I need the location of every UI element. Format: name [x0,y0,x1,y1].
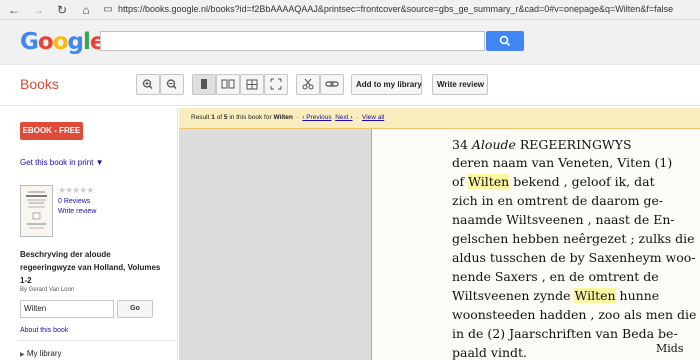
result-query: Wilten [273,114,293,121]
logo-letter: G [20,29,39,55]
go-button[interactable]: Go [117,300,153,318]
page-catchword: Mids [656,342,684,355]
page-line: nende Saxers , en de omtrent de [452,269,659,284]
search-in-book-input[interactable]: Wilten [20,300,114,318]
book-title: Beschryving der aloude regeeringwyze van… [20,250,161,285]
previous-result-link[interactable]: ‹ Previous [302,114,331,121]
my-library-label: My library [26,349,62,358]
two-page-icon [221,79,235,89]
link-icon [325,81,339,87]
thumbnail-view-button[interactable] [240,74,264,95]
zoom-out-icon [166,79,177,90]
search-highlight: Wilten [468,174,510,189]
page-line: zich in en omtrent de daarom ge- [452,193,664,208]
rating-stars: ★★★★★ [58,185,94,195]
add-to-library-button[interactable]: Add to my library [351,74,422,95]
page-icon: ▭ [103,4,113,15]
page-line: aldus tusschen de by Saxenheym woo- [452,250,696,265]
google-logo[interactable]: Google [20,29,105,55]
reviews-link[interactable]: 0 Reviews [58,198,90,205]
my-library-item[interactable]: ▶ My library [20,349,62,358]
zoom-in-icon [142,79,153,90]
result-text: in this book for [229,114,272,121]
search-icon [499,35,511,47]
expand-arrow-icon: ▶ [20,352,25,358]
browser-toolbar: ← → ↻ ⌂ ▭ https://books.google.nl/books?… [0,0,700,20]
page-line: naamde Wiltsveenen , naast de En- [452,212,675,227]
result-of: of [216,114,223,121]
home-icon[interactable]: ⌂ [78,2,94,18]
google-header: Google [0,20,700,65]
sidebar: EBOOK - FREE Get this book in print ▼ ★★… [0,107,178,360]
page-line: 34 Aloude REGEERINGWYS [452,137,632,152]
divider [18,340,178,341]
search-highlight: Wilten [574,288,616,303]
page-line: in de (2) Jaarschriften van Beda be- [452,326,678,341]
scissors-icon [302,78,314,90]
reload-icon[interactable]: ↻ [54,2,70,18]
book-author: By Gerard Van Loon [20,287,75,293]
book-cover-thumbnail[interactable] [20,185,53,237]
separator: - [296,114,299,121]
address-bar[interactable]: https://books.google.nl/books?id=f2BbAAA… [118,4,673,14]
result-index: 1 [211,114,215,121]
logo-letter: g [67,29,85,55]
back-icon[interactable]: ← [6,2,22,18]
ebook-free-button[interactable]: EBOOK - FREE [20,122,83,140]
logo-letter: o [52,29,69,55]
next-result-link[interactable]: Next › [335,114,352,121]
get-in-print-link[interactable]: Get this book in print ▼ [20,158,104,167]
books-title[interactable]: Books [20,76,59,92]
zoom-in-button[interactable] [136,74,160,95]
single-page-icon [201,79,207,89]
write-review-button[interactable]: Write review [432,74,488,95]
books-toolbar: Books Add to my library Write review [0,66,700,106]
page-line: Wiltsveenen zynde Wilten hunne [452,288,660,303]
page-line: of Wilten bekend , geloof ik, dat [452,174,655,189]
search-button[interactable] [486,31,524,51]
write-review-link[interactable]: Write review [58,208,96,215]
page-line: woonsteeden hadden , zoo als men die [452,307,697,322]
two-page-view-button[interactable] [216,74,240,95]
about-this-book-link[interactable]: About this book [20,327,68,334]
single-page-view-button[interactable] [192,74,216,95]
fullscreen-button[interactable] [264,74,288,95]
grid-icon [246,79,258,90]
page-line: gelschen hebben neêrgezet ; zulks die [452,231,695,246]
link-button[interactable] [320,74,344,95]
view-all-link[interactable]: View all [362,114,384,121]
clip-button[interactable] [296,74,320,95]
page-line: paald vindt. [452,345,527,360]
separator: - [356,114,359,121]
result-prefix: Result [191,114,210,121]
forward-icon[interactable]: → [30,2,46,18]
logo-letter: l [82,29,91,55]
page-line: deren naam van Veneten, Viten (1) [452,155,673,170]
result-total: 5 [223,114,228,121]
book-page[interactable]: 34 Aloude REGEERINGWYS deren naam van Ve… [372,129,700,360]
logo-letter: o [37,29,54,55]
search-input[interactable] [100,31,485,51]
search-result-bar: Result 1 of 5 in this book for Wilten - … [179,108,700,129]
fullscreen-icon [270,78,282,90]
zoom-out-button[interactable] [160,74,184,95]
